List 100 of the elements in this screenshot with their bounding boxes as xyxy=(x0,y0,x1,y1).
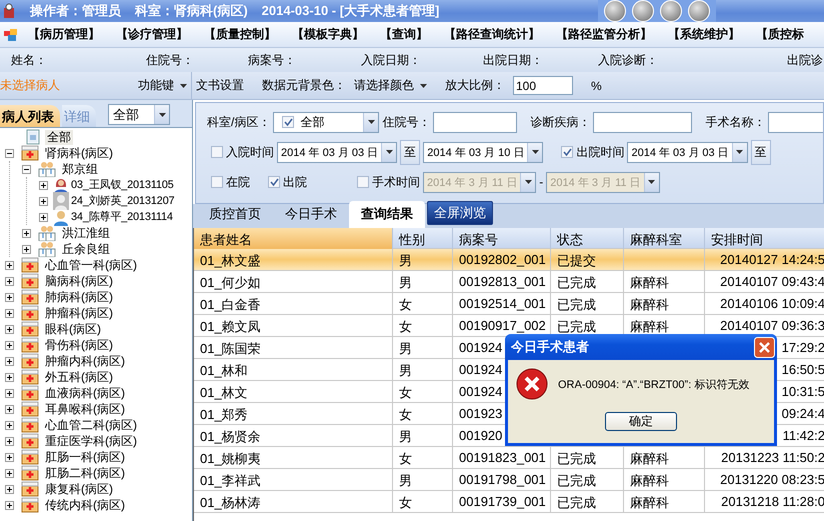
tab[interactable]: 今日手术 xyxy=(273,201,349,228)
document-settings-button[interactable]: 文书设置 xyxy=(196,77,244,94)
medical-folder-icon xyxy=(21,401,39,417)
checkbox[interactable] xyxy=(211,146,223,158)
table-row[interactable]: 01_姚柳夷 女 00191823_001 已完成 麻醉科 20131223 11:50:2 xyxy=(194,447,824,469)
expand-toggle[interactable] xyxy=(5,276,14,286)
expand-toggle[interactable] xyxy=(5,292,14,302)
expand-toggle[interactable] xyxy=(22,244,31,254)
tree-item[interactable]: 肿瘤内科(病区) xyxy=(43,354,127,368)
tree-item[interactable]: 眼科(病区) xyxy=(43,322,103,336)
tree-item[interactable]: 肿瘤科(病区) xyxy=(43,306,115,320)
expand-toggle[interactable] xyxy=(39,212,48,222)
expand-toggle[interactable] xyxy=(5,500,14,510)
checkbox[interactable] xyxy=(282,116,294,128)
diagnosis-field[interactable] xyxy=(593,112,692,132)
expand-toggle[interactable] xyxy=(5,340,14,350)
tree-item[interactable]: 肾病科(病区) xyxy=(43,146,115,160)
table-cell: 已完成 xyxy=(557,495,596,510)
expand-toggle[interactable] xyxy=(5,356,14,366)
tree-item[interactable]: 03_王凤钗_20131105 xyxy=(71,178,174,192)
menu-item[interactable]: 【系统维护】 xyxy=(652,26,740,43)
window-button[interactable] xyxy=(660,0,682,22)
tree-item[interactable]: 肺病科(病区) xyxy=(43,290,115,304)
table-cell: 已完成 xyxy=(557,473,596,488)
checkbox[interactable] xyxy=(268,176,280,188)
tab[interactable]: 质控首页 xyxy=(197,201,273,228)
tree-item[interactable]: 心血管一科(病区) xyxy=(43,258,139,272)
tree-item[interactable]: 肛肠二科(病区) xyxy=(43,466,127,480)
menu-item[interactable]: 【路径查询统计】 xyxy=(428,26,540,43)
menu-item[interactable]: 【病历管理】 xyxy=(18,26,100,43)
field-label: 住院号： xyxy=(382,114,430,130)
table-cell: 001923 xyxy=(459,406,502,421)
expand-toggle[interactable] xyxy=(5,324,14,334)
table-cell: 女 xyxy=(399,407,412,422)
collapse-toggle[interactable] xyxy=(5,148,14,158)
tree-item[interactable]: 外五科(病区) xyxy=(43,370,115,384)
table-cell: 001920 xyxy=(459,428,502,443)
tree-item[interactable]: 传统内科(病区) xyxy=(43,498,127,512)
tree-item[interactable]: 24_刘娇英_20131207 xyxy=(71,194,174,208)
tree-item[interactable]: 脑病科(病区) xyxy=(43,274,115,288)
expand-toggle[interactable] xyxy=(39,180,48,190)
zoom-input[interactable]: 100 xyxy=(513,76,573,95)
expand-toggle[interactable] xyxy=(5,388,14,398)
ward-dropdown[interactable]: 全部 xyxy=(273,112,380,132)
tree-item[interactable]: 丘余良组 xyxy=(60,242,112,256)
medical-folder-icon xyxy=(21,289,39,305)
expand-toggle[interactable] xyxy=(5,468,14,478)
menu-item[interactable]: 【诊疗管理】 xyxy=(100,26,188,43)
expand-toggle[interactable] xyxy=(5,308,14,318)
column-header[interactable]: 患者姓名 xyxy=(194,228,393,249)
expand-toggle[interactable] xyxy=(5,404,14,414)
range-button[interactable]: 至 xyxy=(400,140,420,164)
tree-item[interactable]: 耳鼻喉科(病区) xyxy=(43,402,127,416)
tree-item[interactable]: 重症医学科(病区) xyxy=(43,434,139,448)
menu-item[interactable]: 【路径监管分析】 xyxy=(540,26,652,43)
tab[interactable]: 查询结果 xyxy=(349,201,425,228)
expand-toggle[interactable] xyxy=(22,228,31,238)
window-button[interactable] xyxy=(604,0,626,22)
checkbox[interactable] xyxy=(211,176,223,188)
expand-toggle[interactable] xyxy=(5,372,14,382)
color-dropdown[interactable]: 请选择颜色 xyxy=(354,77,427,94)
tree-item[interactable]: 全部 xyxy=(45,130,73,144)
date-field[interactable]: 2014 年 03 月 03 日 xyxy=(627,142,748,162)
menu-item[interactable]: 【质量控制】 xyxy=(188,26,276,43)
tree-item[interactable]: 骨伤科(病区) xyxy=(43,338,115,352)
collapse-toggle[interactable] xyxy=(22,164,31,174)
ok-button[interactable]: 确定 xyxy=(605,412,677,431)
expand-toggle[interactable] xyxy=(5,420,14,430)
expand-toggle[interactable] xyxy=(5,484,14,494)
inpatient-number-field[interactable] xyxy=(433,112,518,132)
panel-tab[interactable]: 病人列表 xyxy=(0,105,60,127)
expand-toggle[interactable] xyxy=(5,260,14,270)
tree-item[interactable]: 血液病科(病区) xyxy=(43,386,127,400)
expand-toggle[interactable] xyxy=(5,452,14,462)
menu-item[interactable]: 【质控标 xyxy=(740,26,804,43)
filter-dropdown[interactable]: 全部 xyxy=(108,104,170,125)
window-button[interactable] xyxy=(632,0,654,22)
table-cell: 001924 xyxy=(459,384,502,399)
medical-folder-icon xyxy=(21,369,39,385)
tree-item[interactable]: 郑京组 xyxy=(60,162,100,176)
table-cell: 麻醉科 xyxy=(630,473,669,488)
checkbox[interactable] xyxy=(561,146,574,158)
tree-item[interactable]: 康复科(病区) xyxy=(43,482,115,496)
tree-item[interactable]: 34_陈尊平_20131114 xyxy=(71,210,173,224)
date-field[interactable]: 2014 年 03 月 10 日 xyxy=(423,142,544,162)
expand-toggle[interactable] xyxy=(39,196,48,206)
field-label: 诊断疾病： xyxy=(530,114,590,130)
menu-item[interactable]: 【查询】 xyxy=(364,26,428,43)
range-button[interactable]: 至 xyxy=(750,140,771,164)
tree-item[interactable]: 心血管二科(病区) xyxy=(43,418,139,432)
window-title: 科室：肾病科(病区) xyxy=(135,2,248,20)
menu-item[interactable]: 【模板字典】 xyxy=(276,26,364,43)
fullscreen-button[interactable]: 全屏浏览 xyxy=(427,201,493,225)
function-key-button[interactable]: 功能键 xyxy=(138,77,187,94)
window-button[interactable] xyxy=(688,0,710,22)
date-field[interactable]: 2014 年 03 月 03 日 xyxy=(277,142,398,162)
tree-item[interactable]: 肛肠一科(病区) xyxy=(43,450,127,464)
tree-item[interactable]: 洪江淮组 xyxy=(60,226,112,240)
table-cell: 17:29:2 xyxy=(782,340,824,355)
expand-toggle[interactable] xyxy=(5,436,14,446)
